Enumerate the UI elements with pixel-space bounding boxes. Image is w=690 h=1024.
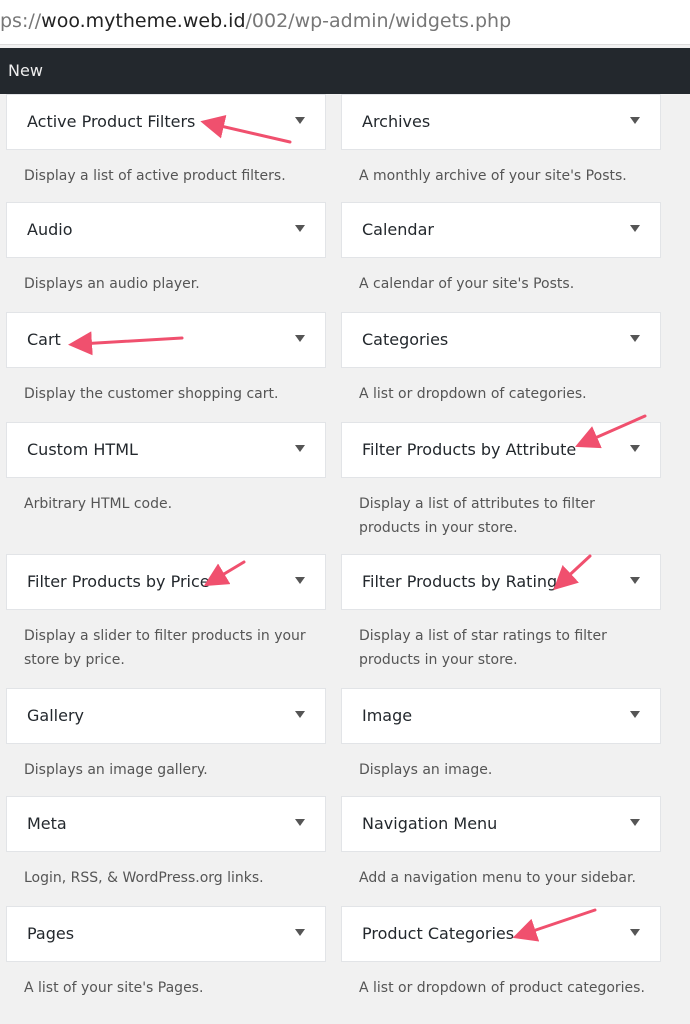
- widget-title: Gallery: [27, 706, 84, 725]
- widget-title: Audio: [27, 220, 73, 239]
- widget-filter-products-by-rating[interactable]: Filter Products by Rating Display a list…: [341, 554, 661, 672]
- widget-audio[interactable]: Audio Displays an audio player.: [6, 202, 326, 296]
- widget-title: Product Categories: [362, 924, 515, 943]
- widget-description: Displays an image gallery.: [24, 762, 208, 778]
- widget-header[interactable]: Pages: [6, 906, 326, 962]
- widget-description: Login, RSS, & WordPress.org links.: [24, 870, 264, 886]
- widget-title: Filter Products by Attribute: [362, 440, 577, 459]
- widget-filter-products-by-attribute[interactable]: Filter Products by Attribute Display a l…: [341, 422, 661, 540]
- caret-down-icon[interactable]: [295, 335, 305, 342]
- widget-header[interactable]: Image: [341, 688, 661, 744]
- caret-down-icon[interactable]: [630, 819, 640, 826]
- widget-header[interactable]: Categories: [341, 312, 661, 368]
- caret-down-icon[interactable]: [295, 929, 305, 936]
- widget-title: Filter Products by Rating: [362, 572, 558, 591]
- widget-header[interactable]: Cart: [6, 312, 326, 368]
- widget-description: Displays an audio player.: [24, 276, 200, 292]
- caret-down-icon[interactable]: [295, 711, 305, 718]
- caret-down-icon[interactable]: [295, 117, 305, 124]
- widget-title: Archives: [362, 112, 431, 131]
- caret-down-icon[interactable]: [630, 445, 640, 452]
- url-domain: woo.mytheme.web.id: [41, 10, 246, 32]
- widget-archives[interactable]: Archives A monthly archive of your site'…: [341, 94, 661, 188]
- widget-header[interactable]: Archives: [341, 94, 661, 150]
- widget-header[interactable]: Filter Products by Price: [6, 554, 326, 610]
- widget-image[interactable]: Image Displays an image.: [341, 688, 661, 782]
- widget-header[interactable]: Active Product Filters: [6, 94, 326, 150]
- widget-header[interactable]: Audio: [6, 202, 326, 258]
- widget-description: A list of your site's Pages.: [24, 980, 204, 996]
- widget-meta[interactable]: Meta Login, RSS, & WordPress.org links.: [6, 796, 326, 890]
- widget-header[interactable]: Filter Products by Attribute: [341, 422, 661, 478]
- admin-bar-new-item[interactable]: New: [0, 61, 43, 80]
- widget-description: A list or dropdown of categories.: [359, 386, 587, 402]
- widget-description: Display a list of active product filters…: [24, 168, 286, 184]
- widget-pages[interactable]: Pages A list of your site's Pages.: [6, 906, 326, 1000]
- widget-title: Meta: [27, 814, 67, 833]
- widget-header[interactable]: Filter Products by Rating: [341, 554, 661, 610]
- widget-header[interactable]: Product Categories: [341, 906, 661, 962]
- available-widgets-grid: Active Product Filters Display a list of…: [6, 94, 662, 1024]
- widget-description: Display a slider to filter products in y…: [24, 628, 306, 668]
- address-bar[interactable]: ps://woo.mytheme.web.id/002/wp-admin/wid…: [0, 0, 690, 45]
- url-path: /002/wp-admin/widgets.php: [245, 10, 512, 32]
- widget-cart[interactable]: Cart Display the customer shopping cart.: [6, 312, 326, 406]
- admin-bar: New: [0, 48, 690, 94]
- widget-header[interactable]: Custom HTML: [6, 422, 326, 478]
- widget-title: Active Product Filters: [27, 112, 196, 131]
- widget-description: Add a navigation menu to your sidebar.: [359, 870, 636, 886]
- widget-description: Display a list of attributes to filter p…: [359, 496, 595, 536]
- widget-title: Categories: [362, 330, 449, 349]
- widget-header[interactable]: Calendar: [341, 202, 661, 258]
- widget-filter-products-by-price[interactable]: Filter Products by Price Display a slide…: [6, 554, 326, 672]
- widget-gallery[interactable]: Gallery Displays an image gallery.: [6, 688, 326, 782]
- caret-down-icon[interactable]: [295, 819, 305, 826]
- widget-header[interactable]: Navigation Menu: [341, 796, 661, 852]
- caret-down-icon[interactable]: [630, 117, 640, 124]
- widget-description: A calendar of your site's Posts.: [359, 276, 575, 292]
- caret-down-icon[interactable]: [630, 225, 640, 232]
- widget-title: Navigation Menu: [362, 814, 498, 833]
- caret-down-icon[interactable]: [630, 335, 640, 342]
- widget-title: Calendar: [362, 220, 434, 239]
- widget-custom-html[interactable]: Custom HTML Arbitrary HTML code.: [6, 422, 326, 516]
- widget-calendar[interactable]: Calendar A calendar of your site's Posts…: [341, 202, 661, 296]
- widget-active-product-filters[interactable]: Active Product Filters Display a list of…: [6, 94, 326, 188]
- widget-title: Pages: [27, 924, 75, 943]
- widget-product-categories[interactable]: Product Categories A list or dropdown of…: [341, 906, 661, 1000]
- widget-description: A monthly archive of your site's Posts.: [359, 168, 627, 184]
- widget-title: Filter Products by Price: [27, 572, 210, 591]
- widget-description: Display a list of star ratings to filter…: [359, 628, 607, 668]
- caret-down-icon[interactable]: [630, 711, 640, 718]
- caret-down-icon[interactable]: [295, 445, 305, 452]
- caret-down-icon[interactable]: [295, 225, 305, 232]
- widget-categories[interactable]: Categories A list or dropdown of categor…: [341, 312, 661, 406]
- widget-description: Displays an image.: [359, 762, 493, 778]
- caret-down-icon[interactable]: [630, 577, 640, 584]
- widget-description: A list or dropdown of product categories…: [359, 980, 645, 996]
- url-prefix: ps://: [0, 10, 42, 32]
- widget-description: Display the customer shopping cart.: [24, 386, 279, 402]
- widget-title: Custom HTML: [27, 440, 138, 459]
- caret-down-icon[interactable]: [630, 929, 640, 936]
- caret-down-icon[interactable]: [295, 577, 305, 584]
- widget-title: Cart: [27, 330, 61, 349]
- widget-header[interactable]: Meta: [6, 796, 326, 852]
- widget-header[interactable]: Gallery: [6, 688, 326, 744]
- widget-navigation-menu[interactable]: Navigation Menu Add a navigation menu to…: [341, 796, 661, 890]
- widget-description: Arbitrary HTML code.: [24, 496, 173, 512]
- widget-title: Image: [362, 706, 413, 725]
